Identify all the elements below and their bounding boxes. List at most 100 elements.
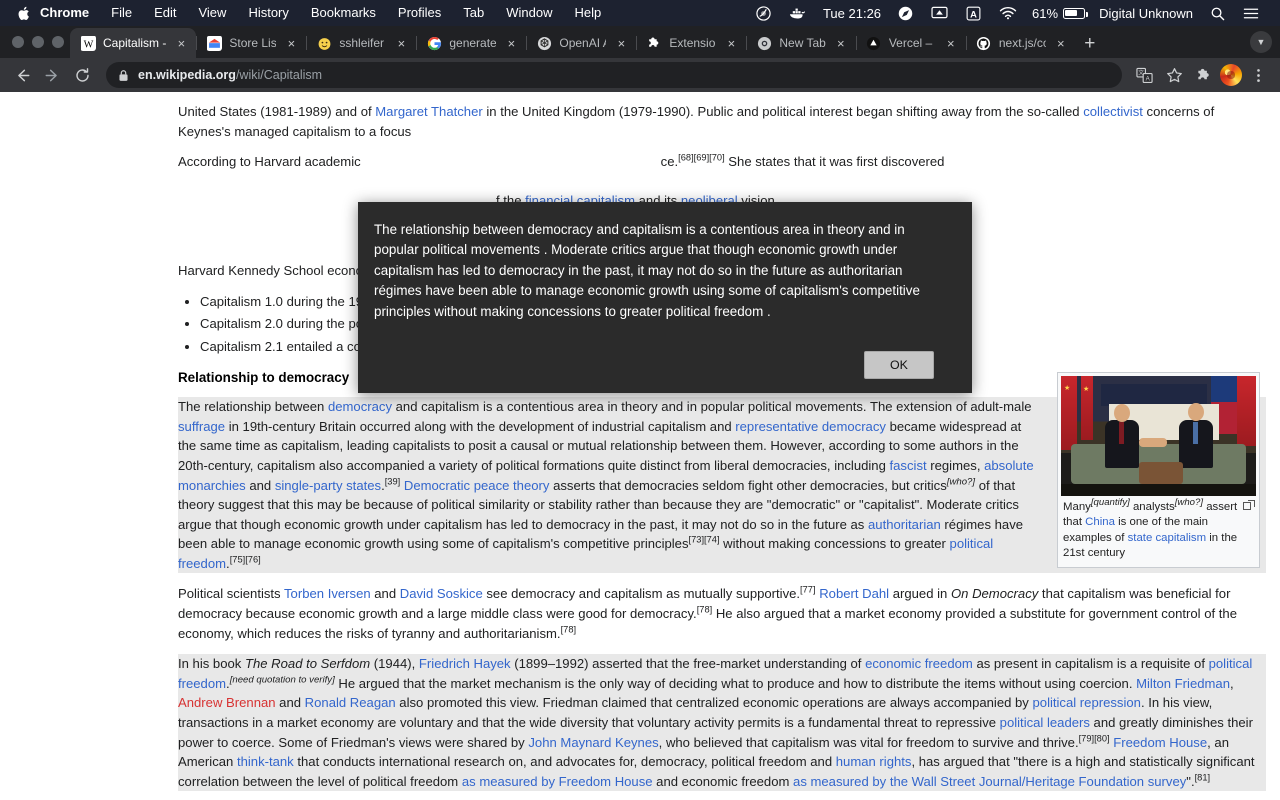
- link-suffrage[interactable]: suffrage: [178, 419, 225, 434]
- menu-item-view[interactable]: View: [187, 0, 237, 26]
- menu-item-edit[interactable]: Edit: [143, 0, 187, 26]
- tab-search-chevron-down-icon[interactable]: ▼: [1250, 31, 1272, 53]
- tab-close-icon[interactable]: ×: [173, 35, 189, 51]
- location-arrow-icon[interactable]: [889, 0, 922, 26]
- screen-mirroring-icon[interactable]: [922, 0, 957, 26]
- apple-logo-icon[interactable]: [10, 6, 36, 21]
- character-viewer-icon[interactable]: A: [957, 0, 990, 26]
- menu-item-profiles[interactable]: Profiles: [387, 0, 452, 26]
- reference-77[interactable]: [77]: [800, 585, 816, 595]
- link-as-measured-by-the-wall-street-journal-heritage-foundation-survey[interactable]: as measured by the Wall Street Journal/H…: [793, 774, 1186, 789]
- link-think-tank[interactable]: think-tank: [237, 754, 294, 769]
- link-david-soskice[interactable]: David Soskice: [400, 586, 483, 601]
- wifi-icon[interactable]: [990, 0, 1026, 26]
- link-democratic-peace-theory[interactable]: Democratic peace theory: [404, 478, 550, 493]
- link-state-capitalism[interactable]: state capitalism: [1128, 532, 1207, 544]
- link-friedrich-hayek[interactable]: Friedrich Hayek: [419, 656, 511, 671]
- link-as-measured-by-freedom-house[interactable]: as measured by Freedom House: [462, 774, 653, 789]
- battery-indicator[interactable]: 61%: [1026, 6, 1091, 21]
- note-need-quotation-to-verify[interactable]: [need quotation to verify]: [230, 674, 335, 685]
- menu-item-chrome[interactable]: Chrome: [36, 0, 100, 26]
- tab-sshleifer[interactable]: sshleifer (Sam ×: [306, 28, 416, 58]
- browser-toolbar: en.wikipedia.org/wiki/Capitalism 文A: [0, 58, 1280, 92]
- link-authoritarian[interactable]: authoritarian: [868, 517, 941, 532]
- tab-nextjs-cors[interactable]: next.js/cors.j ×: [966, 28, 1076, 58]
- link-robert-dahl[interactable]: Robert Dahl: [819, 586, 889, 601]
- dialog-ok-button[interactable]: OK: [864, 351, 934, 379]
- link-economic-freedom[interactable]: economic freedom: [865, 656, 973, 671]
- spotlight-search-icon[interactable]: [1201, 0, 1234, 26]
- back-arrow-icon[interactable]: [8, 61, 36, 89]
- translate-icon[interactable]: 文A: [1130, 61, 1158, 89]
- docker-icon[interactable]: [780, 0, 815, 26]
- tab-close-icon[interactable]: ×: [613, 35, 629, 51]
- link-john-maynard-keynes[interactable]: John Maynard Keynes: [528, 735, 658, 750]
- reference-75-76[interactable]: [75][76]: [230, 555, 261, 565]
- control-center-icon[interactable]: [1234, 0, 1268, 26]
- link-collectivist[interactable]: collectivist: [1083, 104, 1143, 119]
- tab-close-icon[interactable]: ×: [943, 35, 959, 51]
- new-tab-button[interactable]: +: [1076, 30, 1104, 58]
- menu-bar-clock[interactable]: Tue 21:26: [815, 6, 889, 21]
- menu-item-file[interactable]: File: [100, 0, 143, 26]
- link-democracy[interactable]: democracy: [328, 399, 392, 414]
- tab-close-icon[interactable]: ×: [503, 35, 519, 51]
- link-china[interactable]: China: [1085, 516, 1115, 528]
- link-milton-friedman[interactable]: Milton Friedman: [1136, 676, 1230, 691]
- menu-item-window[interactable]: Window: [495, 0, 563, 26]
- link-political-leaders[interactable]: political leaders: [1000, 715, 1090, 730]
- menu-item-bookmarks[interactable]: Bookmarks: [300, 0, 387, 26]
- siri-icon[interactable]: [747, 0, 780, 26]
- close-window-button[interactable]: [12, 36, 24, 48]
- tab-close-icon[interactable]: ×: [723, 35, 739, 51]
- link-torben-iversen[interactable]: Torben Iversen: [284, 586, 371, 601]
- reference-79-80[interactable]: [79][80]: [1079, 733, 1110, 743]
- tab-extensions[interactable]: Extensions ×: [636, 28, 746, 58]
- tab-new-tab[interactable]: New Tab ×: [746, 28, 855, 58]
- ref-68-69-70[interactable]: [68][69][70]: [678, 153, 725, 163]
- link-andrew-brennan[interactable]: Andrew Brennan: [178, 695, 276, 710]
- menu-item-history[interactable]: History: [237, 0, 299, 26]
- note-quantify[interactable]: [quantify]: [1091, 497, 1130, 508]
- menu-item-tab[interactable]: Tab: [452, 0, 495, 26]
- address-bar[interactable]: en.wikipedia.org/wiki/Capitalism: [106, 62, 1122, 88]
- chrome-menu-icon[interactable]: [1244, 61, 1272, 89]
- tab-generated-ra[interactable]: generated ra ×: [416, 28, 526, 58]
- text-run: , who believed that capitalism was vital…: [659, 735, 1079, 750]
- minimize-window-button[interactable]: [32, 36, 44, 48]
- tab-close-icon[interactable]: ×: [283, 35, 299, 51]
- link-margaret-thatcher[interactable]: Margaret Thatcher: [375, 104, 482, 119]
- extensions-puzzle-icon[interactable]: [1190, 61, 1218, 89]
- link-human-rights[interactable]: human rights: [836, 754, 912, 769]
- tab-vercel[interactable]: Vercel – How ×: [856, 28, 966, 58]
- maximize-window-button[interactable]: [52, 36, 64, 48]
- expand-image-icon[interactable]: [1243, 500, 1255, 511]
- link-fascist[interactable]: fascist: [890, 458, 927, 473]
- tab-close-icon[interactable]: ×: [1053, 35, 1069, 51]
- link-ronald-reagan[interactable]: Ronald Reagan: [305, 695, 396, 710]
- reference-39[interactable]: [39]: [385, 476, 401, 486]
- note-who[interactable]: [who?]: [1175, 497, 1203, 508]
- menu-item-help[interactable]: Help: [564, 0, 613, 26]
- reference-81[interactable]: [81]: [1195, 772, 1211, 782]
- tab-store-listing[interactable]: Store Listing ×: [196, 28, 306, 58]
- note-who[interactable]: [who?]: [947, 476, 975, 487]
- bookmark-star-icon[interactable]: [1160, 61, 1188, 89]
- link-freedom-house[interactable]: Freedom House: [1113, 735, 1207, 750]
- reference-78[interactable]: [78]: [697, 605, 713, 615]
- vercel-icon: [866, 35, 882, 51]
- link-political-repression[interactable]: political repression: [1033, 695, 1141, 710]
- user-name-label[interactable]: Digital Unknown: [1091, 6, 1201, 21]
- tab-capitalism[interactable]: W Capitalism - ×: [70, 28, 196, 58]
- link-representative-democracy[interactable]: representative democracy: [735, 419, 886, 434]
- tab-close-icon[interactable]: ×: [393, 35, 409, 51]
- reload-icon[interactable]: [68, 61, 96, 89]
- tab-openai-api[interactable]: OpenAI API ×: [526, 28, 636, 58]
- reference-78[interactable]: [78]: [561, 624, 577, 634]
- forward-arrow-icon[interactable]: [38, 61, 66, 89]
- tab-close-icon[interactable]: ×: [833, 35, 849, 51]
- link-single-party-states[interactable]: single-party states: [275, 478, 381, 493]
- thumbnail-image-hu-jintao-george-bush[interactable]: ★ ★: [1061, 376, 1256, 496]
- profile-avatar[interactable]: [1220, 64, 1242, 86]
- reference-73-74[interactable]: [73][74]: [689, 535, 720, 545]
